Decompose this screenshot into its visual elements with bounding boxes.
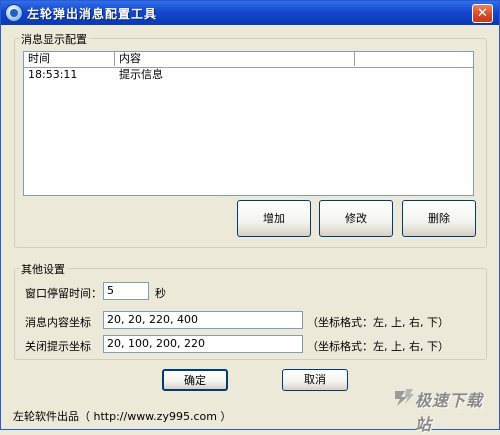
list-item-content: 提示信息 (119, 68, 163, 81)
column-header-extra[interactable] (355, 52, 473, 66)
stay-time-input[interactable]: 5 (103, 282, 149, 300)
cancel-button[interactable]: 取消 (282, 369, 348, 391)
delete-button[interactable]: 删除 (402, 200, 476, 237)
close-button[interactable]: ✕ (472, 4, 493, 23)
app-icon (6, 5, 22, 21)
window-title: 左轮弹出消息配置工具 (27, 7, 158, 21)
content-coord-label: 消息内容坐标 (25, 316, 91, 329)
footer-credit: 左轮软件出品（ http://www.zy995.com ） (13, 410, 232, 423)
message-list-header: 时间 内容 (24, 52, 473, 68)
close-icon: ✕ (477, 6, 488, 21)
column-header-content[interactable]: 内容 (115, 52, 355, 66)
close-coord-input[interactable]: 20, 100, 200, 220 (103, 335, 303, 353)
edit-button[interactable]: 修改 (319, 200, 393, 237)
watermark-text: 极速下载站 (415, 391, 484, 434)
message-list[interactable]: 时间 内容 18:53:11 提示信息 (23, 51, 474, 196)
add-button[interactable]: 增加 (237, 200, 311, 237)
title-bar[interactable]: 左轮弹出消息配置工具 ✕ (1, 1, 499, 25)
column-header-time[interactable]: 时间 (24, 52, 115, 66)
message-config-group-label: 消息显示配置 (19, 31, 89, 47)
list-item-time: 18:53:11 (28, 68, 78, 81)
close-coord-label: 关闭提示坐标 (25, 340, 91, 353)
watermark-logo-icon (395, 389, 414, 406)
content-coord-input[interactable]: 20, 20, 220, 400 (103, 311, 303, 329)
content-coord-hint: （坐标格式：左, 上, 右, 下） (307, 316, 449, 329)
ok-button[interactable]: 确定 (162, 369, 228, 391)
list-item[interactable]: 18:53:11 提示信息 (24, 68, 473, 82)
close-coord-hint: （坐标格式：左, 上, 右, 下） (307, 340, 449, 353)
other-settings-group-label: 其他设置 (19, 261, 67, 277)
stay-time-unit: 秒 (155, 287, 166, 300)
app-window: 左轮弹出消息配置工具 ✕ 消息显示配置 时间 内容 18:53:11 提示信息 … (0, 0, 500, 434)
watermark: 极速下载站 (393, 387, 493, 434)
stay-time-label: 窗口停留时间： (25, 287, 102, 300)
